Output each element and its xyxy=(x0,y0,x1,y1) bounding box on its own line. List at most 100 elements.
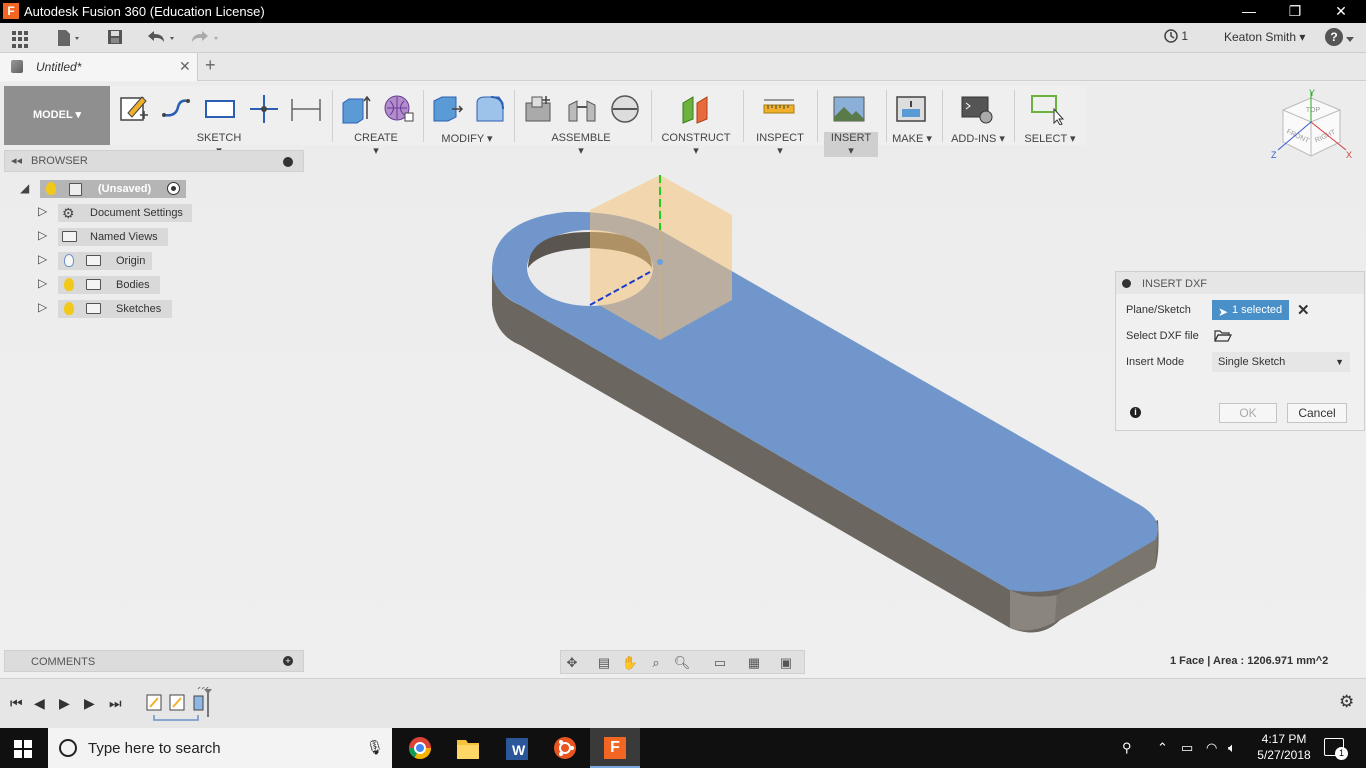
restore-button[interactable]: ❐ xyxy=(1272,0,1318,23)
close-tab-icon[interactable]: ✕ xyxy=(179,58,191,75)
volume-icon[interactable]: 🔈︎ xyxy=(1228,740,1236,756)
data-panel-grid-icon[interactable] xyxy=(12,28,30,48)
sketch-dimension-icon[interactable] xyxy=(289,93,323,125)
addins-menu[interactable]: ADD-INS ▾ xyxy=(950,132,1006,145)
dialog-minimize-icon[interactable] xyxy=(1122,279,1131,288)
insert-menu[interactable]: INSERT ▾ xyxy=(824,132,878,157)
orbit-icon[interactable]: ✥ xyxy=(563,654,581,672)
activate-radio-icon[interactable] xyxy=(167,182,180,195)
go-to-start-icon[interactable]: ⏮ xyxy=(10,695,23,712)
pan-hand-icon[interactable]: ✋ xyxy=(621,654,639,672)
tree-item-document-settings[interactable]: ▷ ⚙ Document Settings xyxy=(38,204,198,222)
save-icon[interactable] xyxy=(106,28,124,48)
browser-minimize-icon[interactable] xyxy=(283,157,293,167)
open-folder-icon[interactable] xyxy=(1214,328,1232,342)
redo-icon[interactable] xyxy=(188,28,222,48)
offset-plane-icon[interactable] xyxy=(679,93,713,125)
3d-print-icon[interactable] xyxy=(894,93,928,125)
viewports-icon[interactable]: ▣ xyxy=(777,654,795,672)
word-app-icon[interactable]: W xyxy=(492,732,540,768)
expand-triangle-icon[interactable]: ▷ xyxy=(38,204,47,218)
grid-settings-icon[interactable]: ▦ xyxy=(745,654,763,672)
expand-triangle-icon[interactable]: ▷ xyxy=(38,252,47,266)
make-menu[interactable]: MAKE ▾ xyxy=(890,132,934,145)
taskbar-clock[interactable]: 4:17 PM 5/27/2018 xyxy=(1254,731,1314,763)
point-tool-icon[interactable] xyxy=(247,93,281,125)
timeline-features[interactable] xyxy=(144,687,224,725)
insert-image-icon[interactable] xyxy=(832,93,866,125)
measure-icon[interactable] xyxy=(762,93,796,125)
user-account-menu[interactable]: Keaton Smith ▾ xyxy=(1224,30,1305,44)
microphone-icon[interactable]: 🎙︎ xyxy=(366,739,384,756)
rectangle-tool-icon[interactable] xyxy=(203,93,237,125)
file-explorer-icon[interactable] xyxy=(444,732,492,768)
assemble-menu[interactable]: ASSEMBLE ▾ xyxy=(548,132,614,157)
visibility-bulb-icon[interactable] xyxy=(46,182,56,195)
select-tool-icon[interactable] xyxy=(1030,93,1064,125)
fit-zoom-icon[interactable]: 🔍︎ xyxy=(673,654,691,672)
info-icon[interactable]: i xyxy=(1130,407,1141,418)
insert-mode-dropdown[interactable]: Single Sketch ▼ xyxy=(1212,352,1350,372)
create-form-icon[interactable] xyxy=(381,93,415,125)
undo-icon[interactable] xyxy=(144,28,178,48)
visibility-bulb-icon[interactable] xyxy=(64,254,74,267)
zoom-icon[interactable]: ⌕ xyxy=(647,654,665,672)
help-dropdown-icon[interactable] xyxy=(1346,37,1354,42)
show-hidden-icons-chevron-icon[interactable]: ⌃ xyxy=(1157,740,1168,756)
job-status[interactable]: 1 xyxy=(1164,29,1188,43)
collapse-panel-icon[interactable]: ◂◂ xyxy=(11,154,22,167)
extrude-icon[interactable] xyxy=(339,93,373,125)
tree-root-unsaved[interactable]: ◢ (Unsaved) xyxy=(18,180,188,198)
file-menu-icon[interactable] xyxy=(54,28,84,48)
plane-sketch-selection[interactable]: ➤ 1 selected xyxy=(1212,300,1289,320)
tree-item-named-views[interactable]: ▷ Named Views xyxy=(38,228,178,246)
taskbar-search-box[interactable]: Type here to search 🎙︎ xyxy=(48,728,392,768)
display-settings-icon[interactable]: ▭ xyxy=(711,654,729,672)
create-menu[interactable]: CREATE ▾ xyxy=(350,132,402,157)
clear-selection-icon[interactable]: ✕ xyxy=(1297,301,1310,319)
as-built-joint-icon[interactable] xyxy=(608,93,642,125)
step-forward-icon[interactable]: ▶ xyxy=(84,695,95,712)
help-icon[interactable]: ? xyxy=(1325,28,1343,46)
new-tab-button[interactable]: + xyxy=(205,55,216,76)
tree-item-sketches[interactable]: ▷ Sketches xyxy=(38,300,178,318)
create-sketch-icon[interactable] xyxy=(118,93,152,125)
timeline-settings-gear-icon[interactable]: ⚙ xyxy=(1339,692,1354,712)
windows-start-icon[interactable] xyxy=(14,740,32,758)
ok-button[interactable]: OK xyxy=(1219,403,1277,423)
workspace-switcher[interactable]: MODEL ▾ xyxy=(4,86,110,145)
visibility-bulb-icon[interactable] xyxy=(64,302,74,315)
fillet-icon[interactable] xyxy=(473,93,507,125)
expand-triangle-icon[interactable]: ▷ xyxy=(38,276,47,290)
minimize-button[interactable]: — xyxy=(1226,0,1272,23)
modify-menu[interactable]: MODIFY ▾ xyxy=(441,132,493,145)
select-menu[interactable]: SELECT ▾ xyxy=(1024,132,1076,145)
comments-panel-header[interactable]: COMMENTS + xyxy=(4,650,304,672)
joint-icon[interactable] xyxy=(565,93,599,125)
construct-menu[interactable]: CONSTRUCT ▾ xyxy=(660,132,732,157)
expand-triangle-icon[interactable]: ▷ xyxy=(38,228,47,242)
fusion-taskbar-button[interactable]: F xyxy=(590,728,640,768)
wifi-icon[interactable]: ◠ xyxy=(1206,740,1217,756)
ubuntu-app-icon[interactable] xyxy=(541,732,589,768)
new-component-icon[interactable] xyxy=(522,93,556,125)
dialog-header[interactable]: INSERT DXF xyxy=(1116,272,1364,294)
chrome-app-icon[interactable] xyxy=(396,732,444,768)
action-center-icon[interactable]: 1 xyxy=(1324,738,1348,760)
battery-icon[interactable]: ▭ xyxy=(1181,740,1193,756)
document-tab[interactable]: Untitled* ✕ xyxy=(0,53,198,81)
play-icon[interactable]: ▶ xyxy=(59,695,70,712)
people-icon[interactable]: ⚲ xyxy=(1122,740,1132,756)
look-at-icon[interactable]: ▤ xyxy=(595,654,613,672)
press-pull-icon[interactable] xyxy=(430,93,464,125)
scripts-addins-icon[interactable] xyxy=(960,93,994,125)
collapse-triangle-icon[interactable]: ◢ xyxy=(20,181,29,195)
tree-item-bodies[interactable]: ▷ Bodies xyxy=(38,276,168,294)
line-tool-icon[interactable] xyxy=(160,93,194,125)
tree-item-origin[interactable]: ▷ Origin xyxy=(38,252,158,270)
close-window-button[interactable]: ✕ xyxy=(1318,0,1364,23)
inspect-menu[interactable]: INSPECT ▾ xyxy=(753,132,807,157)
viewcube[interactable]: TOP FRONT RIGHT Y X Z xyxy=(1268,88,1358,178)
browser-panel-header[interactable]: ◂◂ BROWSER xyxy=(4,150,304,172)
step-back-icon[interactable]: ◀ xyxy=(34,695,45,712)
